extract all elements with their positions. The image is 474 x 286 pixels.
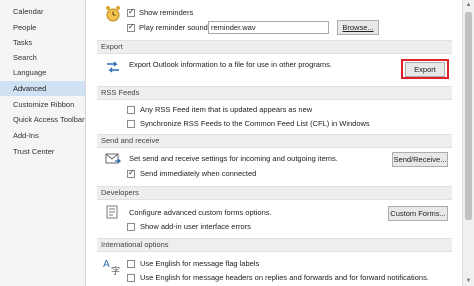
play-reminder-sound-checkbox[interactable] [127,22,135,32]
send-receive-description: Set send and receive settings for incomi… [129,154,338,163]
alarm-clock-icon [105,4,121,24]
svg-text:A: A [103,259,110,270]
english-flag-labels-checkbox[interactable] [127,260,135,268]
custom-forms-button[interactable]: Custom Forms... [388,206,448,221]
custom-forms-icon [105,205,119,221]
english-flag-labels-label: Use English for message flag labels [140,259,260,268]
developers-section-header: Developers [97,186,452,200]
sidebar-item-customize-ribbon[interactable]: Customize Ribbon [0,97,85,112]
rss-updated-as-new-label: Any RSS Feed item that is updated appear… [140,105,313,114]
send-receive-section-header: Send and receive [97,134,452,148]
language-icon: A 字 [103,257,121,277]
scroll-down-arrow-icon[interactable]: ▼ [463,276,474,286]
sidebar-item-advanced[interactable]: Advanced [0,81,85,96]
export-arrows-icon [105,60,121,76]
send-receive-button[interactable]: Send/Receive... [392,152,448,167]
send-receive-icon [105,153,122,167]
show-reminders-checkbox[interactable] [127,7,135,17]
scroll-up-arrow-icon[interactable]: ▲ [463,0,474,10]
sidebar-item-tasks[interactable]: Tasks [0,35,85,50]
export-button-label: Export [414,65,436,74]
sidebar-item-trust-center[interactable]: Trust Center [0,144,85,159]
show-reminders-label: Show reminders [139,8,194,17]
scrollbar-thumb[interactable] [465,12,472,220]
options-main-panel: Show reminders Play reminder sound: remi… [87,0,462,286]
english-message-headers-checkbox[interactable] [127,274,135,282]
export-description: Export Outlook information to a file for… [129,60,333,69]
rss-sync-cfl-checkbox[interactable] [127,120,135,128]
rss-updated-as-new-checkbox[interactable] [127,106,135,114]
send-receive-button-label: Send/Receive... [393,155,447,164]
rss-section-header: RSS Feeds [97,86,452,100]
export-section-header: Export [97,40,452,54]
sidebar-item-calendar[interactable]: Calendar [0,4,85,19]
options-sidebar: Calendar People Tasks Search Language Ad… [0,0,86,286]
international-section-header: International options [97,238,452,252]
reminder-sound-file-input[interactable]: reminder.wav [208,21,329,34]
send-immediately-checkbox[interactable] [127,168,135,178]
export-button[interactable]: Export [405,62,445,77]
send-immediately-label: Send immediately when connected [140,169,257,178]
sidebar-item-quick-access-toolbar[interactable]: Quick Access Toolbar [0,112,85,127]
sidebar-item-language[interactable]: Language [0,65,85,80]
custom-forms-button-label: Custom Forms... [390,209,446,218]
browse-button[interactable]: Browse... [337,20,379,35]
sidebar-item-people[interactable]: People [0,20,85,35]
show-addin-errors-label: Show add-in user interface errors [140,222,251,231]
show-addin-errors-checkbox[interactable] [127,223,135,231]
play-reminder-sound-label: Play reminder sound: [139,23,210,32]
rss-sync-cfl-label: Synchronize RSS Feeds to the Common Feed… [140,119,370,128]
browse-label: Browse... [342,23,374,32]
sidebar-item-search[interactable]: Search [0,50,85,65]
english-message-headers-label: Use English for message headers on repli… [140,273,429,282]
sidebar-item-add-ins[interactable]: Add-Ins [0,128,85,143]
vertical-scrollbar[interactable]: ▲ ▼ [462,0,474,286]
svg-text:字: 字 [111,265,120,275]
custom-forms-description: Configure advanced custom forms options. [129,208,272,217]
